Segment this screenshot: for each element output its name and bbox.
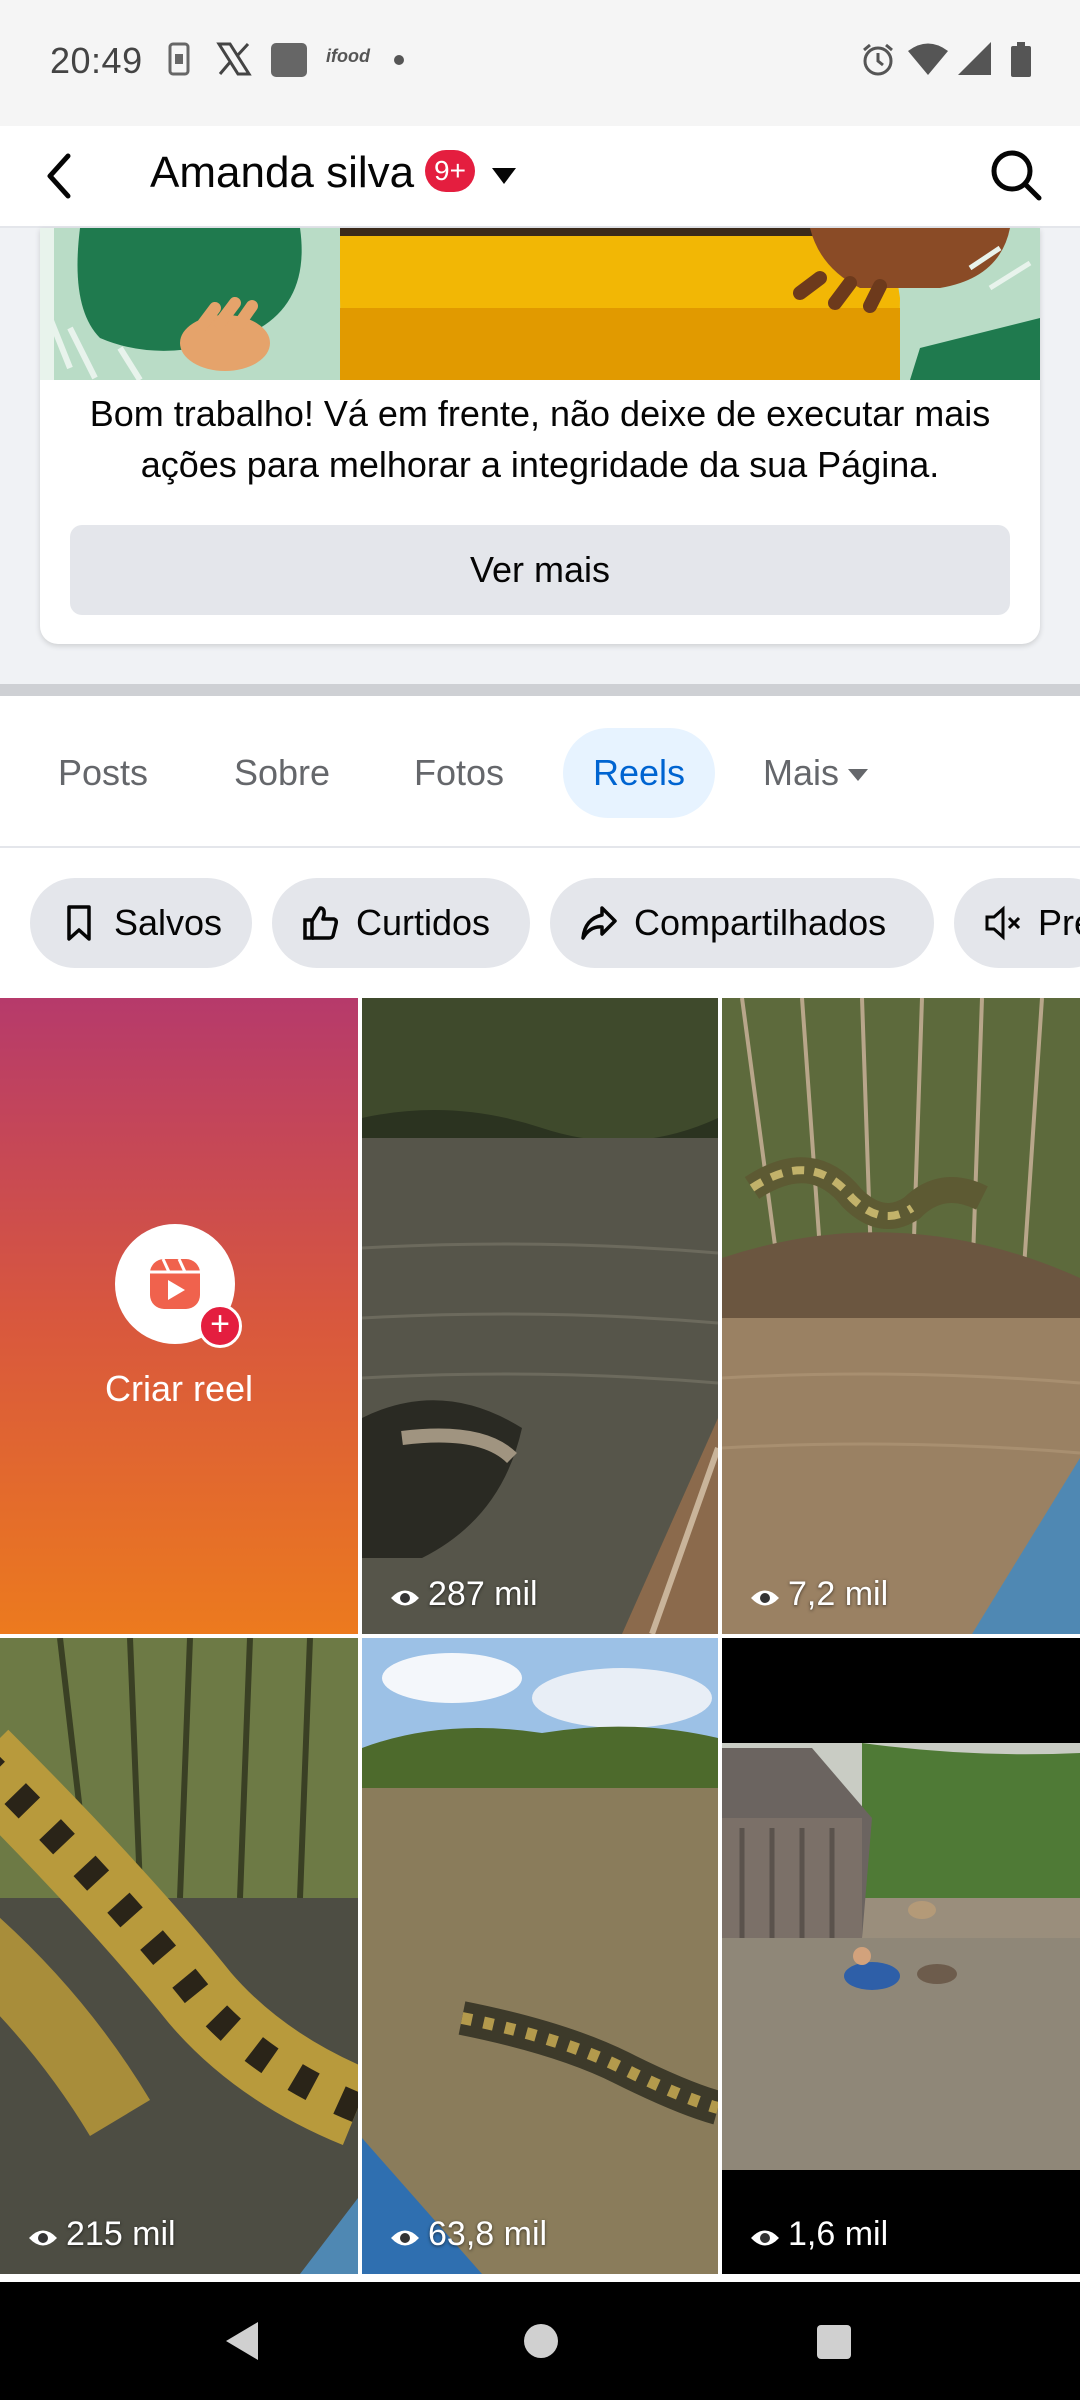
view-count-value: 215 mil <box>66 2215 176 2253</box>
phone-icon <box>168 42 190 76</box>
view-count-value: 7,2 mil <box>788 1575 889 1613</box>
status-time: 20:49 <box>50 40 143 81</box>
reel-thumbnail[interactable]: 287 mil <box>362 998 718 1634</box>
criar-reel-tile[interactable]: + Criar reel <box>0 998 358 1634</box>
eye-icon <box>29 2230 57 2246</box>
chip-label: Pre <box>1038 902 1080 943</box>
eye-icon <box>751 2230 779 2246</box>
reel-thumbnail[interactable]: 7,2 mil <box>722 998 1080 1634</box>
nav-home-icon[interactable] <box>522 2322 560 2360</box>
view-count-value: 287 mil <box>428 1575 538 1613</box>
criar-reel-label: Criar reel <box>104 1368 254 1409</box>
ifood-icon: ifood <box>326 46 370 66</box>
back-arrow-icon[interactable] <box>36 146 96 206</box>
view-count: 7,2 mil <box>750 1574 888 1614</box>
plus-icon: + <box>198 1304 242 1348</box>
view-count: 287 mil <box>390 1574 538 1614</box>
alarm-icon <box>863 43 893 76</box>
eye-icon <box>391 1590 419 1606</box>
notification-badge: 9+ <box>425 150 475 192</box>
card-illustration <box>40 228 1040 380</box>
eye-icon <box>751 1590 779 1606</box>
reel-image-anaconda-swimming <box>362 1638 718 2274</box>
chip-label: Compartilhados <box>634 902 887 943</box>
status-bar: 20:49 ifood <box>0 0 1080 126</box>
tab-mais-label: Mais <box>763 752 840 793</box>
integrity-card: Bom trabalho! Vá em frente, não deixe de… <box>40 228 1040 644</box>
reel-image-anaconda-closeup <box>0 1638 358 2274</box>
reel-image-river <box>362 998 718 1634</box>
reel-image-farm-dogs <box>722 1638 1080 2274</box>
caret-down-icon <box>848 769 869 782</box>
chip-pre[interactable]: Pre <box>954 878 1080 968</box>
view-count-value: 63,8 mil <box>428 2215 548 2253</box>
tab-sobre[interactable]: Sobre <box>234 728 330 818</box>
section-divider <box>0 684 1080 696</box>
thumbs-up-icon <box>303 906 338 940</box>
reel-image-anaconda-shore <box>722 998 1080 1634</box>
chip-salvos[interactable]: Salvos <box>30 878 252 968</box>
view-count-value: 1,6 mil <box>788 2215 889 2253</box>
view-count: 1,6 mil <box>750 2214 888 2254</box>
app-square-icon <box>271 43 307 77</box>
battery-icon <box>1011 42 1031 77</box>
ver-mais-button[interactable]: Ver mais <box>70 525 1010 615</box>
wifi-icon <box>908 43 948 75</box>
reel-thumbnail[interactable]: 63,8 mil <box>362 1638 718 2274</box>
search-icon[interactable] <box>985 144 1047 206</box>
dot-icon <box>394 55 404 65</box>
chip-compartilhados[interactable]: Compartilhados <box>550 878 934 968</box>
reel-thumbnail[interactable]: 215 mil <box>0 1638 358 2274</box>
caret-down-icon[interactable] <box>490 164 518 188</box>
chip-label: Salvos <box>114 902 223 943</box>
chip-curtidos[interactable]: Curtidos <box>272 878 530 968</box>
tab-mais[interactable]: Mais <box>763 728 869 818</box>
integrity-message: Bom trabalho! Vá em frente, não deixe de… <box>89 393 991 485</box>
profile-tabs: Posts Sobre Fotos Reels Mais <box>0 696 1080 848</box>
nav-back-icon[interactable] <box>222 2320 262 2362</box>
bookmark-icon <box>67 905 91 941</box>
view-count: 215 mil <box>28 2214 176 2254</box>
mute-icon <box>985 905 1021 941</box>
tab-posts[interactable]: Posts <box>58 728 148 818</box>
share-icon <box>581 906 617 940</box>
eye-icon <box>391 2230 419 2246</box>
nav-recents-icon[interactable] <box>816 2324 852 2360</box>
tab-fotos[interactable]: Fotos <box>414 728 504 818</box>
signal-icon <box>958 42 991 75</box>
view-count: 63,8 mil <box>390 2214 547 2254</box>
system-navigation-bar <box>0 2282 1080 2400</box>
tab-reels[interactable]: Reels <box>563 728 716 818</box>
reel-thumbnail[interactable]: 1,6 mil <box>722 1638 1080 2274</box>
page-header: Amanda silva 9+ <box>0 126 1080 228</box>
x-logo-icon <box>216 42 252 76</box>
page-title[interactable]: Amanda silva <box>150 148 414 198</box>
chip-label: Curtidos <box>356 902 491 943</box>
